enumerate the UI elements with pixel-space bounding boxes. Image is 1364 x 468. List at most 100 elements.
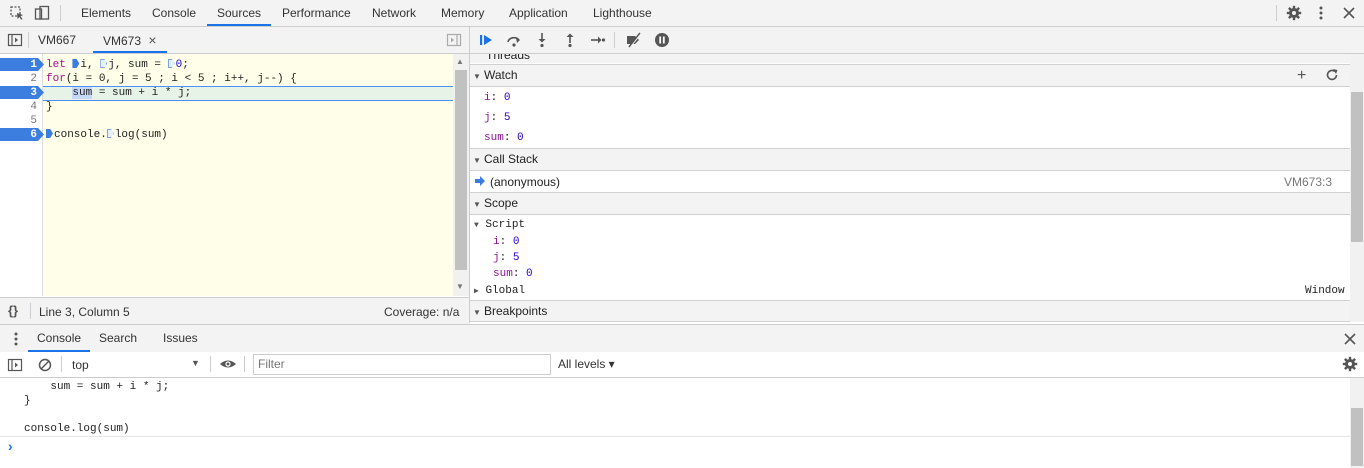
toolbar-divider: [28, 32, 29, 48]
watch-expression[interactable]: sum: 0: [484, 130, 524, 146]
scroll-up-arrow-icon[interactable]: ▲: [456, 57, 464, 66]
collapse-triangle-icon[interactable]: ▶: [474, 287, 479, 296]
debugger-toolbar: [470, 27, 1364, 54]
pretty-print-icon[interactable]: {}: [8, 303, 18, 318]
close-devtools-icon[interactable]: [1341, 5, 1357, 21]
show-console-sidebar-icon[interactable]: [7, 357, 23, 373]
more-options-icon[interactable]: [1313, 5, 1329, 21]
tab-elements[interactable]: Elements: [71, 0, 141, 26]
scope-variable[interactable]: i: 0: [493, 234, 519, 250]
close-tab-icon[interactable]: ×: [148, 32, 156, 48]
console-output-line: sum = sum + i * j;: [24, 381, 170, 393]
scope-global-node[interactable]: ▶ Global: [474, 283, 525, 299]
tab-lighthouse[interactable]: Lighthouse: [583, 0, 662, 26]
file-tab-vm673[interactable]: VM673 ×: [93, 27, 167, 53]
drawer-tab-console[interactable]: Console: [28, 325, 91, 352]
selected-token: sum: [72, 87, 93, 99]
inline-breakpoint-icon[interactable]: [100, 59, 108, 68]
resume-button[interactable]: [478, 32, 494, 48]
breakpoints-label: Breakpoints: [484, 304, 548, 318]
scope-section-header[interactable]: ▼ Scope: [470, 192, 1350, 215]
debugger-sidebar-scrollbar[interactable]: [1350, 54, 1364, 322]
settings-gear-icon[interactable]: [1286, 5, 1302, 21]
expand-triangle-icon[interactable]: ▼: [470, 66, 484, 87]
inline-breakpoint-icon[interactable]: [106, 129, 114, 138]
call-frame-row[interactable]: (anonymous) VM673:3: [470, 171, 1350, 193]
watch-value: 0: [517, 132, 524, 144]
code-token: (i = 0, j = 5 ; i < 5 ; i++, j--) {: [65, 73, 297, 85]
scope-var-value: 0: [526, 268, 533, 280]
add-watch-icon[interactable]: +: [1297, 65, 1306, 86]
step-into-button[interactable]: [534, 32, 550, 48]
file-tab-label: VM673: [103, 34, 142, 48]
editor-scrollbar[interactable]: ▲ ▼: [453, 54, 469, 296]
tab-application[interactable]: Application: [499, 0, 578, 26]
context-selector[interactable]: top ▼: [66, 354, 206, 374]
threads-section-header[interactable]: Threads: [470, 54, 1350, 63]
scope-variable[interactable]: j: 5: [493, 250, 519, 266]
pause-on-exceptions-button[interactable]: [654, 32, 670, 48]
step-over-button[interactable]: [506, 32, 522, 48]
console-filter[interactable]: [253, 354, 551, 375]
console-settings-gear-icon[interactable]: [1342, 356, 1358, 372]
breakpoints-section-header[interactable]: ▼ Breakpoints: [470, 300, 1350, 322]
watch-section-header[interactable]: ▼ Watch +: [470, 64, 1350, 87]
refresh-watch-icon[interactable]: [1325, 68, 1339, 82]
scroll-thumb[interactable]: [1351, 408, 1363, 466]
scroll-thumb[interactable]: [455, 70, 467, 270]
code-line[interactable]: let i, j, sum = 0;: [46, 58, 189, 72]
console-prompt[interactable]: ›: [0, 437, 1350, 457]
inline-breakpoint-icon[interactable]: [46, 129, 53, 138]
drawer-tab-issues[interactable]: Issues: [163, 325, 198, 352]
keyword: for: [46, 73, 66, 85]
device-toolbar-icon[interactable]: [34, 5, 50, 21]
tab-memory[interactable]: Memory: [431, 0, 494, 26]
expand-triangle-icon[interactable]: ▼: [470, 194, 484, 215]
clear-console-icon[interactable]: [37, 357, 53, 373]
inline-breakpoint-icon[interactable]: [167, 59, 175, 68]
tab-performance[interactable]: Performance: [272, 0, 361, 26]
file-tab-vm667[interactable]: VM667: [38, 27, 76, 53]
line-number[interactable]: 2: [0, 72, 42, 86]
line-number[interactable]: 6: [0, 128, 42, 142]
deactivate-breakpoints-button[interactable]: [626, 32, 642, 48]
console-output-line: }: [24, 395, 31, 407]
drawer-menu-icon[interactable]: [8, 331, 24, 347]
code-line-current[interactable]: sum = sum + i * j;: [46, 86, 191, 100]
expand-triangle-icon[interactable]: ▼: [474, 221, 479, 230]
code-line[interactable]: for(i = 0, j = 5 ; i < 5 ; i++, j--) {: [46, 72, 297, 86]
tab-console[interactable]: Console: [142, 0, 206, 26]
close-drawer-icon[interactable]: [1342, 331, 1358, 347]
live-expression-eye-icon[interactable]: [219, 356, 237, 372]
scope-variable[interactable]: sum: 0: [493, 266, 533, 282]
drawer-tab-search[interactable]: Search: [99, 325, 137, 352]
call-frame-location[interactable]: VM673:3: [1284, 175, 1332, 189]
toggle-debugger-sidebar-icon[interactable]: [446, 32, 462, 48]
scroll-thumb[interactable]: [1351, 92, 1363, 242]
code-line[interactable]: }: [46, 100, 53, 114]
line-number[interactable]: 4: [0, 100, 42, 114]
line-number[interactable]: 1: [0, 58, 42, 72]
scope-script-node[interactable]: ▼ Script: [474, 217, 525, 233]
tab-sources[interactable]: Sources: [207, 0, 272, 26]
toggle-navigator-icon[interactable]: [7, 32, 23, 48]
expand-triangle-icon[interactable]: ▼: [470, 150, 484, 171]
log-levels-dropdown[interactable]: All levels ▾: [558, 357, 615, 371]
console-scrollbar[interactable]: [1350, 378, 1364, 468]
watch-expression[interactable]: i: 0: [484, 90, 510, 106]
call-stack-section-header[interactable]: ▼ Call Stack: [470, 148, 1350, 171]
inspect-element-icon[interactable]: [9, 5, 25, 21]
expand-triangle-icon[interactable]: ▼: [470, 303, 484, 323]
code-line[interactable]: console. log(sum): [46, 128, 168, 142]
threads-label: Threads: [486, 54, 531, 62]
inline-breakpoint-icon[interactable]: [72, 59, 80, 68]
line-number[interactable]: 3: [0, 86, 42, 100]
scroll-down-arrow-icon[interactable]: ▼: [456, 282, 464, 291]
step-button[interactable]: [590, 32, 606, 48]
watch-expression[interactable]: j: 5: [484, 110, 510, 126]
coverage-status[interactable]: Coverage: n/a: [384, 305, 459, 319]
console-filter-input[interactable]: [254, 355, 542, 372]
tab-network[interactable]: Network: [362, 0, 426, 26]
step-out-button[interactable]: [562, 32, 578, 48]
line-number[interactable]: 5: [0, 114, 42, 128]
